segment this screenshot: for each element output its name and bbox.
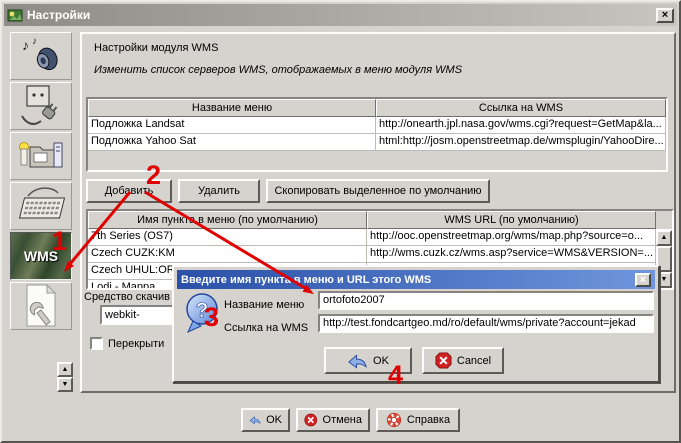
- cancel-button[interactable]: Отмена: [296, 408, 370, 432]
- ok-button-label: OK: [266, 414, 282, 426]
- sidebar-scroll-down-button[interactable]: ▼: [57, 377, 73, 392]
- table-row[interactable]: 7th Series (OS7) http://ooc.openstreetma…: [88, 229, 672, 246]
- keyboard-icon: [16, 184, 66, 228]
- cancel-circle-icon: [304, 412, 318, 428]
- column-header-default-url: WMS URL (по умолчанию): [367, 211, 656, 229]
- copy-default-button[interactable]: Скопировать выделенное по умолчанию: [266, 179, 490, 203]
- dialog-name-label: Название меню: [224, 299, 304, 311]
- cell-default-name: Czech CUZK:KM: [88, 246, 367, 262]
- help-button-label: Справка: [407, 414, 450, 426]
- overlap-checkbox[interactable]: [90, 337, 103, 350]
- dialog-titlebar[interactable]: Введите имя пункта в меню и URL этого WM…: [177, 270, 655, 289]
- column-header-menu-name: Название меню: [88, 99, 376, 117]
- delete-button[interactable]: Удалить: [178, 179, 260, 203]
- dialog-close-button[interactable]: ×: [635, 273, 651, 287]
- cell-wms-link: http://onearth.jpl.nasa.gov/wms.cgi?requ…: [376, 117, 666, 133]
- add-wms-dialog: Введите имя пункта в меню и URL этого WM…: [172, 265, 660, 383]
- wms-url-input[interactable]: http://test.fondcartgeo.md/ro/default/wm…: [318, 314, 654, 333]
- cell-default-url: http://wms.cuzk.cz/wms.asp?service=WMS&V…: [367, 246, 656, 262]
- table-row[interactable]: Подложка Yahoo Sat html:http://josm.open…: [88, 134, 666, 151]
- page-subtitle: Изменить список серверов WMS, отображаем…: [94, 64, 462, 76]
- cancel-button-label: Отмена: [323, 414, 362, 426]
- speaker-audio-icon: ♪ ♪: [20, 35, 62, 77]
- sidebar-item-files[interactable]: [10, 132, 72, 180]
- cancel-stop-icon: [435, 352, 452, 369]
- downloader-select[interactable]: webkit-: [100, 305, 180, 325]
- table-row[interactable]: Подложка Landsat http://onearth.jpl.nasa…: [88, 117, 666, 134]
- scroll-up-icon[interactable]: ▲: [656, 230, 672, 246]
- ok-button[interactable]: OK: [241, 408, 290, 432]
- ok-arrow-icon: [347, 353, 368, 369]
- sidebar-item-keyboard[interactable]: [10, 182, 72, 230]
- column-header-default-name: Имя пункта в меню (по умолчанию): [88, 211, 367, 229]
- sidebar-item-wms[interactable]: WMS: [10, 232, 72, 280]
- menu-name-input[interactable]: ortofoto2007: [318, 291, 654, 310]
- svg-text:?: ?: [196, 299, 209, 322]
- table-header-row: Имя пункта в меню (по умолчанию) WMS URL…: [88, 211, 672, 229]
- dialog-url-label: Ссылка на WMS: [224, 322, 308, 334]
- window-title: Настройки: [27, 8, 90, 22]
- document-wrench-icon: [19, 283, 63, 329]
- table-row[interactable]: Czech CUZK:KM http://wms.cuzk.cz/wms.asp…: [88, 246, 672, 263]
- downloader-label: Средство скачив: [84, 291, 170, 303]
- column-header-wms-link: Ссылка на WMS: [376, 99, 666, 117]
- svg-text:♪: ♪: [22, 37, 29, 53]
- help-lifering-icon: [386, 412, 402, 428]
- window-close-button[interactable]: ×: [656, 8, 674, 23]
- question-icon: ?: [182, 291, 222, 335]
- sidebar-scroll-up-button[interactable]: ▲: [57, 362, 73, 377]
- dialog-cancel-label: Cancel: [457, 355, 491, 367]
- dialog-ok-label: OK: [373, 355, 389, 367]
- plug-connection-icon: [19, 84, 63, 128]
- sidebar-item-advanced[interactable]: [10, 282, 72, 330]
- cell-default-name: 7th Series (OS7): [88, 229, 367, 245]
- dialog-cancel-button[interactable]: Cancel: [422, 347, 504, 374]
- cell-wms-link: html:http://josm.openstreetmap.de/wmsplu…: [376, 134, 666, 150]
- dialog-ok-button[interactable]: OK: [324, 347, 412, 374]
- dialog-title: Введите имя пункта в меню и URL этого WM…: [181, 274, 431, 286]
- cell-menu-name: Подложка Landsat: [88, 117, 376, 133]
- settings-window: Настройки × ♪ ♪: [0, 0, 681, 443]
- table-header-row: Название меню Ссылка на WMS: [88, 99, 666, 117]
- add-button[interactable]: Добавить: [86, 179, 172, 203]
- cell-menu-name: Подложка Yahoo Sat: [88, 134, 376, 150]
- help-button[interactable]: Справка: [376, 408, 460, 432]
- wms-tab-label: WMS: [24, 248, 58, 264]
- page-title: Настройки модуля WMS: [94, 42, 218, 54]
- window-titlebar[interactable]: Настройки ×: [4, 4, 677, 26]
- overlap-checkbox-label: Перекрыти: [108, 338, 164, 350]
- wms-servers-table: Название меню Ссылка на WMS Подложка Lan…: [86, 97, 668, 172]
- sidebar-item-connection[interactable]: [10, 82, 72, 130]
- svg-text:♪: ♪: [32, 36, 37, 47]
- ok-arrow-icon: [249, 413, 261, 427]
- sidebar-item-audio[interactable]: ♪ ♪: [10, 32, 72, 80]
- window-icon: [7, 7, 23, 23]
- folder-files-icon: [18, 137, 64, 175]
- cell-default-url: http://ooc.openstreetmap.org/wms/map.php…: [367, 229, 656, 245]
